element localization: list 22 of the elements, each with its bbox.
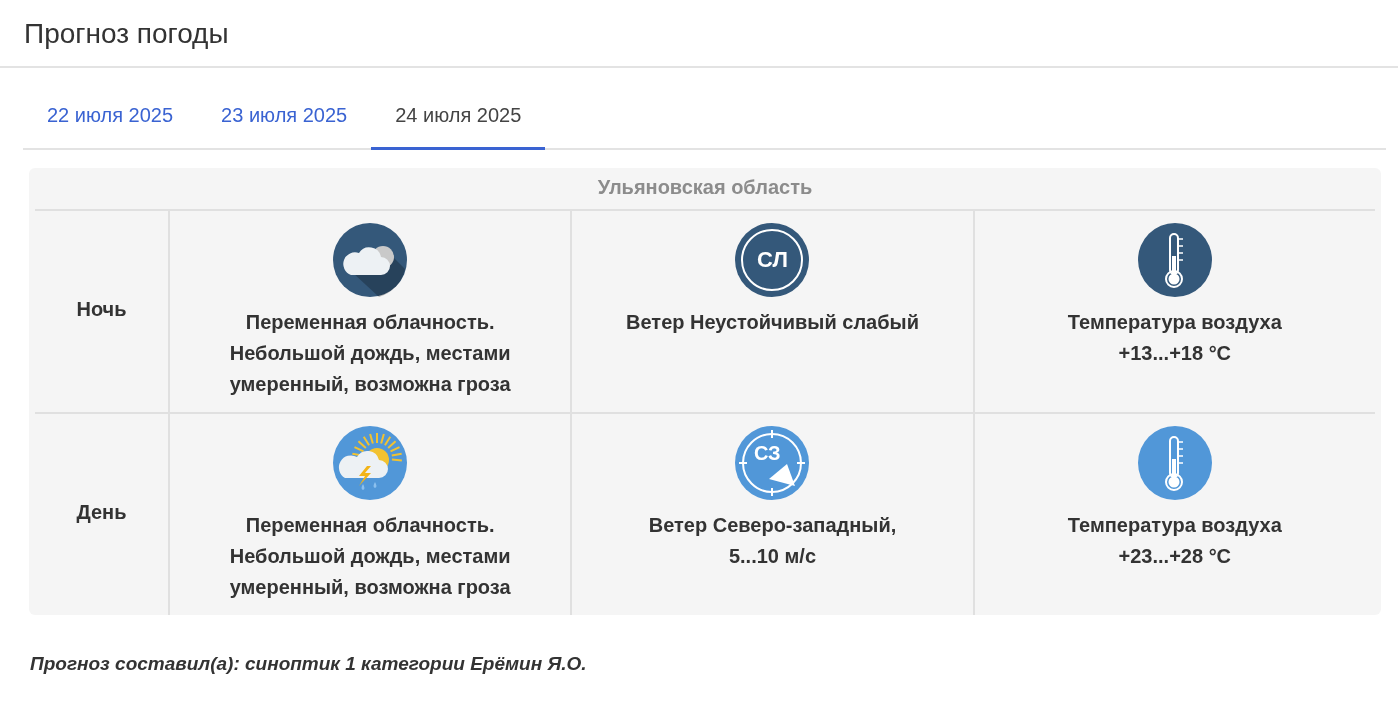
wind-icon [735, 426, 810, 500]
weather-description: Переменная облачность. Небольшой дождь, местами умеренный, возможна гроза [229, 513, 511, 600]
wind-description: Ветер Неустойчивый слабый [626, 310, 919, 335]
thermometer-icon [1137, 223, 1212, 297]
wind-icon [735, 223, 810, 297]
date-tab[interactable]: 22 июля 2025 [23, 94, 198, 150]
cloud-moon-icon [333, 223, 408, 297]
sun-cloud-storm-icon [333, 426, 408, 500]
temperature-description: Температура воздуха +13...+18 °C [1067, 310, 1282, 366]
period-label: День [76, 500, 127, 525]
wind-description: Ветер Северо-западный, 5...10 м/с [648, 513, 897, 569]
weather-description: Переменная облачность. Небольшой дождь, местами умеренный, возможна гроза [229, 310, 511, 397]
date-tab[interactable]: 23 июля 2025 [197, 94, 372, 150]
forecast-author-note: Прогноз составил(а): синоптик 1 категории Ерёмин Я.О. [30, 653, 588, 675]
wind-code: СЛ [757, 249, 788, 271]
temperature-description: Температура воздуха +23...+28 °C [1067, 513, 1282, 569]
date-tab[interactable]: 24 июля 2025 [371, 94, 546, 150]
period-label: Ночь [76, 297, 127, 322]
page-title: Прогноз погоды [0, 0, 1398, 68]
wind-code: СЗ [753, 443, 781, 464]
thermometer-icon [1137, 426, 1212, 500]
region-heading: Ульяновская область [35, 168, 1375, 211]
